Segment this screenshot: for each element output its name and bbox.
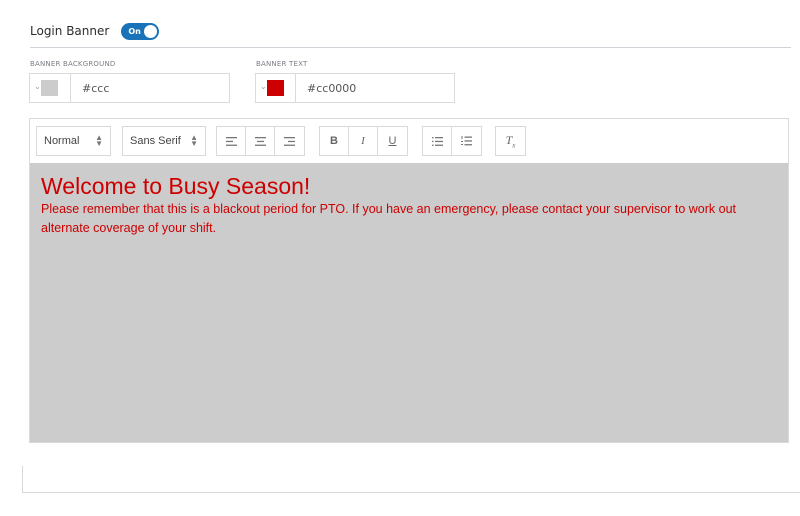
select-arrows-icon: ▲ ▼ bbox=[95, 133, 103, 148]
toggle-state-label: On bbox=[128, 26, 141, 36]
text-style-button-group: B I U bbox=[319, 126, 408, 156]
banner-background-swatch bbox=[41, 80, 58, 96]
banner-text-input[interactable] bbox=[296, 74, 454, 102]
banner-text-color-picker[interactable]: ⌄ bbox=[256, 74, 296, 102]
italic-button[interactable]: I bbox=[349, 127, 378, 155]
section-divider bbox=[23, 492, 800, 493]
align-right-icon bbox=[284, 136, 295, 146]
editor-toolbar: Normal ▲ ▼ Sans Serif ▲ ▼ B I U Tx bbox=[30, 119, 788, 164]
banner-background-input[interactable] bbox=[71, 74, 229, 102]
login-banner-toggle[interactable]: On bbox=[121, 22, 160, 40]
bold-button[interactable]: B bbox=[320, 127, 349, 155]
ordered-list-icon bbox=[461, 136, 472, 146]
underline-button[interactable]: U bbox=[378, 127, 407, 155]
clear-formatting-button[interactable]: Tx bbox=[496, 127, 525, 155]
bullet-list-button[interactable] bbox=[423, 127, 452, 155]
bullet-list-icon bbox=[431, 136, 443, 146]
banner-text-field: ⌄ bbox=[255, 73, 455, 103]
bold-icon: B bbox=[330, 135, 338, 147]
font-family-value: Sans Serif bbox=[130, 135, 181, 147]
header-divider bbox=[30, 47, 791, 48]
banner-background-label: BANNER BACKGROUND bbox=[30, 60, 116, 68]
font-family-select[interactable]: Sans Serif ▲ ▼ bbox=[122, 126, 206, 156]
banner-text-swatch bbox=[267, 80, 284, 96]
select-arrows-icon: ▲ ▼ bbox=[190, 133, 198, 148]
header-format-value: Normal bbox=[44, 135, 80, 147]
align-left-icon bbox=[225, 136, 237, 146]
align-button-group bbox=[216, 126, 305, 156]
align-center-icon bbox=[254, 136, 266, 146]
banner-content-area[interactable]: Welcome to Busy Season! Please remember … bbox=[30, 163, 788, 442]
chevron-down-icon: ⌄ bbox=[260, 82, 267, 91]
chevron-down-icon: ⌄ bbox=[34, 82, 41, 91]
ordered-list-button[interactable] bbox=[452, 127, 481, 155]
align-center-button[interactable] bbox=[246, 127, 275, 155]
banner-background-field: ⌄ bbox=[29, 73, 230, 103]
align-left-button[interactable] bbox=[217, 127, 246, 155]
section-divider-vertical bbox=[22, 466, 23, 493]
italic-icon: I bbox=[361, 135, 365, 147]
login-banner-settings: Login Banner On BANNER BACKGROUND ⌄ BANN… bbox=[0, 0, 800, 516]
banner-text-label: BANNER TEXT bbox=[256, 60, 308, 68]
toggle-knob bbox=[144, 24, 158, 38]
clean-button-group: Tx bbox=[495, 126, 526, 156]
banner-editor: Normal ▲ ▼ Sans Serif ▲ ▼ B I U Tx Welco… bbox=[29, 118, 789, 443]
banner-message: Please remember that this is a blackout … bbox=[41, 202, 737, 235]
list-button-group bbox=[422, 126, 482, 156]
underline-icon: U bbox=[388, 135, 397, 147]
login-banner-label: Login Banner bbox=[30, 24, 110, 38]
align-right-button[interactable] bbox=[275, 127, 304, 155]
header-format-select[interactable]: Normal ▲ ▼ bbox=[36, 126, 111, 156]
clear-formatting-icon: Tx bbox=[505, 132, 516, 150]
banner-background-color-picker[interactable]: ⌄ bbox=[30, 74, 71, 102]
banner-heading: Welcome to Busy Season! bbox=[41, 173, 311, 199]
login-banner-header: Login Banner On bbox=[30, 22, 160, 40]
